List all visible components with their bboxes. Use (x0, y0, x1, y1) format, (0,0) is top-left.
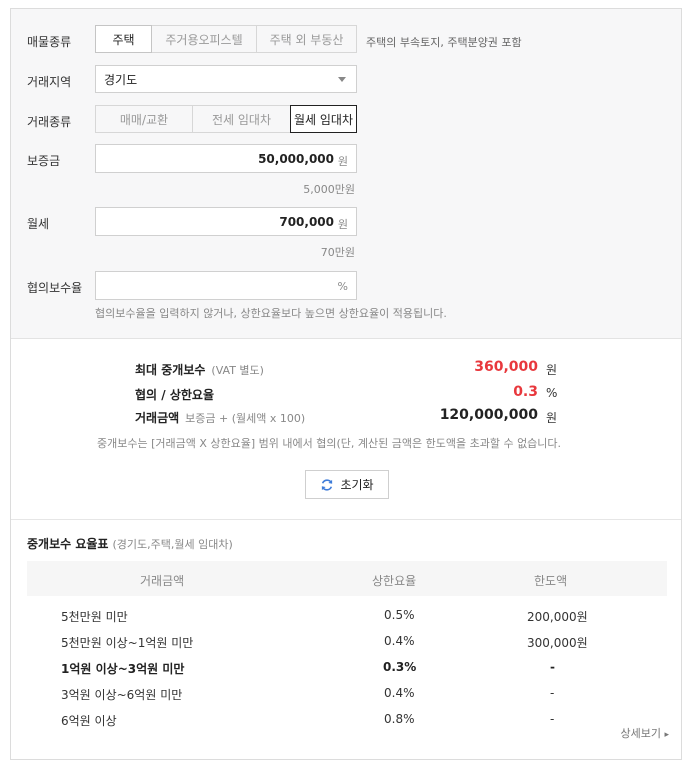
region-value: 경기도 (104, 72, 138, 87)
property-option-officetel[interactable]: 주거용오피스텔 (151, 25, 257, 53)
max-fee-unit: 원 (546, 363, 558, 377)
row-limit: - (550, 712, 555, 726)
reset-label: 초기화 (340, 478, 374, 492)
row-limit: - (550, 686, 555, 700)
trade-amount-value: 120,000,000 (439, 407, 538, 423)
row-rate: 0.4% (384, 634, 415, 648)
negotiated-rate-input[interactable]: % (95, 271, 357, 300)
reset-button[interactable]: 초기화 (305, 470, 389, 499)
row-limit: 200,000원 (527, 610, 588, 624)
row-limit: 300,000원 (527, 636, 588, 650)
section-divider (11, 519, 681, 520)
property-type-selector: 주택 주거용오피스텔 주택 외 부동산 (95, 25, 357, 53)
row-amount: 1억원 이상~3억원 미만 (61, 662, 185, 676)
header-limit: 한도액 (534, 574, 568, 588)
rate-label: 협의 / 상한요율 (135, 388, 214, 402)
monthly-rent-input[interactable]: 700,000 원 (95, 207, 357, 236)
property-option-other[interactable]: 주택 외 부동산 (256, 25, 357, 53)
monthly-rent-label: 월세 (27, 217, 50, 231)
deposit-hint: 5,000만원 (303, 183, 355, 196)
trade-amount-label: 거래금액 보증금 + (월세액 x 100) (135, 411, 306, 425)
property-type-note: 주택의 부속토지, 주택분양권 포함 (366, 36, 522, 49)
trade-type-selector: 매매/교환 전세 임대차 월세 임대차 (95, 105, 357, 133)
input-section: 매물종류 주택 주거용오피스텔 주택 외 부동산 주택의 부속토지, 주택분양권… (11, 9, 681, 339)
row-amount: 5천만원 이상~1억원 미만 (61, 636, 194, 650)
trade-type-label: 거래종류 (27, 115, 72, 129)
row-rate: 0.5% (384, 608, 415, 622)
header-amount: 거래금액 (140, 574, 185, 588)
trade-option-jeonse[interactable]: 전세 임대차 (192, 105, 291, 133)
rate-table-header: 거래금액 상한요율 한도액 (27, 561, 667, 596)
fee-note: 중개보수는 [거래금액 X 상한요율] 범위 내에서 협의(단, 계산된 금액은… (97, 437, 562, 450)
negotiated-rate-label: 협의보수율 (27, 281, 83, 295)
more-link[interactable]: 상세보기 ▸ (620, 725, 669, 741)
max-fee-label: 최대 중개보수 (VAT 별도) (135, 363, 264, 377)
max-fee-value: 360,000 (474, 359, 538, 375)
row-amount: 3억원 이상~6억원 미만 (61, 688, 183, 702)
chevron-down-icon (338, 77, 346, 82)
rate-unit: % (546, 386, 558, 400)
rate-value: 0.3 (513, 384, 538, 400)
row-rate: 0.3% (383, 660, 417, 674)
deposit-value: 50,000,000 (258, 152, 334, 166)
trade-amount-unit: 원 (546, 411, 558, 425)
property-type-label: 매물종류 (27, 35, 72, 49)
negotiated-rate-note: 협의보수율을 입력하지 않거나, 상한요율보다 높으면 상한요율이 적용됩니다. (95, 307, 447, 320)
monthly-rent-value: 700,000 (279, 215, 334, 229)
trade-option-monthly[interactable]: 월세 임대차 (290, 105, 357, 133)
deposit-label: 보증금 (27, 154, 61, 168)
rate-table-title: 중개보수 요율표 (경기도,주택,월세 임대차) (27, 537, 233, 551)
chevron-right-icon: ▸ (664, 730, 669, 740)
fee-calculator: 매물종류 주택 주거용오피스텔 주택 외 부동산 주택의 부속토지, 주택분양권… (10, 8, 682, 760)
row-limit: - (550, 660, 555, 674)
row-amount: 6억원 이상 (61, 714, 117, 728)
header-rate: 상한요율 (372, 574, 417, 588)
trade-option-sale[interactable]: 매매/교환 (95, 105, 193, 133)
negotiated-rate-unit: % (337, 280, 348, 293)
row-rate: 0.4% (384, 686, 415, 700)
deposit-input[interactable]: 50,000,000 원 (95, 144, 357, 173)
property-option-house[interactable]: 주택 (95, 25, 152, 53)
deposit-unit: 원 (337, 155, 348, 168)
monthly-rent-hint: 70만원 (320, 246, 355, 259)
row-amount: 5천만원 미만 (61, 610, 128, 624)
monthly-rent-unit: 원 (337, 218, 348, 231)
region-label: 거래지역 (27, 75, 72, 89)
refresh-icon (322, 478, 333, 491)
region-select[interactable]: 경기도 (95, 65, 357, 93)
row-rate: 0.8% (384, 712, 415, 726)
